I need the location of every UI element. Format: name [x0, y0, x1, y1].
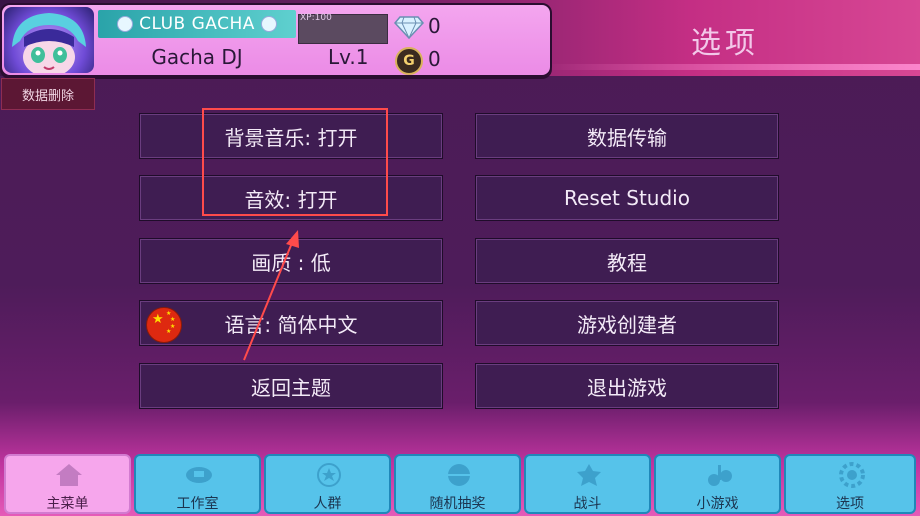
tutorial-button[interactable]: 教程: [475, 238, 779, 284]
china-flag-icon: ★ ★ ★ ★ ★: [146, 307, 182, 343]
gold-coin-icon: G: [395, 47, 423, 75]
crowd-icon: [317, 463, 341, 487]
exit-game-button[interactable]: 退出游戏: [475, 363, 779, 409]
nav-label: 战斗: [573, 496, 602, 512]
club-coin-icon: [117, 16, 134, 32]
highlight-box: [202, 108, 388, 216]
club-badge: CLUB GACHA: [98, 10, 296, 38]
graphics-quality-button[interactable]: 画质 : 低: [139, 238, 443, 284]
delete-data-button[interactable]: 数据删除: [1, 78, 95, 110]
page-title: 选项: [691, 26, 759, 61]
xp-label: XP:100: [300, 13, 332, 23]
gem-count: 0: [428, 14, 441, 38]
nav-label: 工作室: [176, 496, 219, 512]
club-coin-icon: [260, 16, 277, 32]
nav-label: 小游戏: [696, 496, 739, 512]
club-label: CLUB GACHA: [139, 14, 255, 34]
reset-studio-label: Reset Studio: [564, 186, 690, 210]
data-transfer-label: 数据传输: [587, 125, 667, 150]
player-avatar[interactable]: [4, 7, 94, 73]
top-band-glow: [540, 64, 920, 70]
nav-label: 人群: [313, 496, 342, 512]
studio-icon: [186, 467, 212, 483]
home-icon: [56, 464, 82, 486]
nav-tab-main-menu[interactable]: 主菜单: [4, 454, 131, 514]
nav-tab-minigame[interactable]: 小游戏: [654, 454, 781, 514]
gold-count: 0: [428, 47, 441, 71]
return-theme-button[interactable]: 返回主题: [139, 363, 443, 409]
exit-game-label: 退出游戏: [587, 375, 667, 400]
game-creator-label: 游戏创建者: [577, 312, 677, 337]
nav-label: 选项: [836, 496, 864, 512]
language-label: 语言: 简体中文: [224, 312, 358, 337]
minigame-icon: [708, 465, 732, 486]
language-button[interactable]: ★ ★ ★ ★ ★ 语言: 简体中文: [139, 300, 443, 346]
tutorial-label: 教程: [607, 250, 647, 275]
game-creator-button[interactable]: 游戏创建者: [475, 300, 779, 346]
diamond-icon: [394, 16, 424, 39]
bottom-navigation: 主菜单 工作室 人群 随机抽奖 战斗 小游戏 选项: [0, 450, 920, 516]
reset-studio-button[interactable]: Reset Studio: [475, 175, 779, 221]
battle-icon: [577, 464, 601, 486]
annotation-arrow: [243, 230, 299, 361]
nav-label: 主菜单: [46, 496, 89, 512]
graphics-quality-label: 画质 : 低: [251, 250, 331, 275]
nav-tab-crowd[interactable]: 人群: [264, 454, 391, 514]
gold-symbol: G: [403, 53, 415, 69]
return-theme-label: 返回主题: [251, 375, 331, 400]
player-name: Gacha DJ: [151, 45, 243, 69]
gacha-icon: [448, 464, 470, 486]
nav-tab-gacha[interactable]: 随机抽奖: [394, 454, 521, 514]
options-gear-icon: [839, 462, 865, 488]
nav-label: 随机抽奖: [429, 496, 486, 512]
player-profile-panel: CLUB GACHA XP:100 Gacha DJ Lv.1 0 G 0: [0, 3, 552, 77]
player-level: Lv.1: [328, 45, 369, 69]
nav-tab-battle[interactable]: 战斗: [524, 454, 651, 514]
nav-tab-options[interactable]: 选项: [784, 454, 916, 514]
nav-tab-studio[interactable]: 工作室: [134, 454, 261, 514]
data-transfer-button[interactable]: 数据传输: [475, 113, 779, 159]
